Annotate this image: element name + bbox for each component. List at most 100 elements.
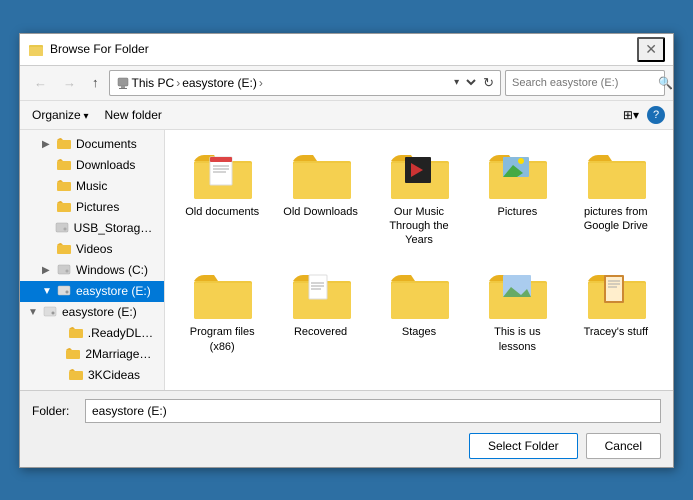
new-folder-button[interactable]: New folder xyxy=(101,106,166,124)
sidebar-item-2marriage[interactable]: 2MarriageConfe... xyxy=(20,344,164,365)
address-dropdown[interactable]: ▾ xyxy=(447,76,479,89)
file-label-old-documents: Old documents xyxy=(185,205,259,219)
file-label-program-files: Program files (x86) xyxy=(182,325,262,354)
refresh-button[interactable]: ↻ xyxy=(483,75,494,91)
breadcrumb-sep1: › xyxy=(176,76,180,90)
sidebar-label-easystore: easystore (E:) xyxy=(76,284,151,298)
drive-icon xyxy=(55,221,69,236)
select-folder-button[interactable]: Select Folder xyxy=(469,433,578,459)
file-item-stages[interactable]: Stages xyxy=(374,262,464,361)
folder-input[interactable] xyxy=(85,399,661,423)
folder-thumbnail xyxy=(487,269,547,321)
folder-thumbnail xyxy=(586,269,646,321)
pc-icon xyxy=(116,76,130,90)
navigation-toolbar: ← → ↑ This PC › easystore (E:) › ▾ ↻ xyxy=(20,66,673,101)
file-item-recovered[interactable]: Recovered xyxy=(275,262,365,361)
folder-icon xyxy=(57,200,71,215)
file-label-old-downloads: Old Downloads xyxy=(283,205,358,219)
main-content: ▶ Documents Downloads Music xyxy=(20,130,673,390)
sidebar-label-readydlna: .ReadyDLNA xyxy=(88,326,156,340)
file-item-old-downloads[interactable]: Old Downloads xyxy=(275,142,365,255)
folder-thumbnail xyxy=(192,149,252,201)
folder-thumbnail xyxy=(389,269,449,321)
sidebar-label-usb: USB_Storage Rea... xyxy=(74,221,156,235)
sidebar-label-easystore-root: easystore (E:) xyxy=(62,305,137,319)
folder-svg xyxy=(487,149,549,201)
back-button[interactable]: ← xyxy=(28,71,53,94)
folder-svg xyxy=(291,269,353,321)
file-area: Old documents Old Downloads xyxy=(165,130,673,390)
folder-thumbnail xyxy=(192,269,252,321)
search-bar: 🔍 xyxy=(505,70,665,96)
sidebar-item-usb[interactable]: USB_Storage Rea... xyxy=(20,218,164,239)
folder-svg xyxy=(586,269,648,321)
bottom-bar: Folder: Select Folder Cancel xyxy=(20,390,673,467)
breadcrumb: This PC › easystore (E:) › xyxy=(116,76,444,90)
folder-label: Folder: xyxy=(32,404,77,418)
forward-button[interactable]: → xyxy=(57,71,82,94)
sidebar-label-documents: Documents xyxy=(76,137,137,151)
organize-button[interactable]: Organize xyxy=(28,106,93,124)
file-label-this-is-us: This is us lessons xyxy=(477,325,557,354)
file-item-our-music[interactable]: Our Music Through the Years xyxy=(374,142,464,255)
sidebar-item-videos[interactable]: Videos xyxy=(20,239,164,260)
folder-row: Folder: xyxy=(32,399,661,423)
folder-thumbnail xyxy=(389,149,449,201)
breadcrumb-pc[interactable]: This PC xyxy=(132,76,175,90)
view-toggle-button[interactable]: ⊞▾ xyxy=(617,105,645,125)
button-row: Select Folder Cancel xyxy=(32,433,661,459)
folder-svg xyxy=(389,149,451,201)
file-item-program-files[interactable]: Program files (x86) xyxy=(177,262,267,361)
file-item-pictures[interactable]: Pictures xyxy=(472,142,562,255)
sidebar-label-downloads: Downloads xyxy=(76,158,135,172)
sidebar-item-windows-c[interactable]: ▶ Windows (C:) xyxy=(20,260,164,281)
file-label-pictures-gdrive: pictures from Google Drive xyxy=(576,205,656,234)
sidebar-label-2marriage: 2MarriageConfe... xyxy=(85,347,156,361)
sidebar-item-easystore-root[interactable]: ▼ easystore (E:) xyxy=(20,302,164,323)
search-icon: 🔍 xyxy=(658,76,673,90)
sidebar-item-documents[interactable]: ▶ Documents xyxy=(20,134,164,155)
sidebar-item-easystore-e[interactable]: ▼ easystore (E:) xyxy=(20,281,164,302)
search-input[interactable] xyxy=(512,77,654,89)
folder-thumbnail xyxy=(291,149,351,201)
drive-icon xyxy=(57,263,71,278)
file-item-pictures-gdrive[interactable]: pictures from Google Drive xyxy=(571,142,661,255)
folder-svg xyxy=(389,269,451,321)
drive-icon xyxy=(57,284,71,299)
file-item-old-documents[interactable]: Old documents xyxy=(177,142,267,255)
file-item-this-is-us[interactable]: This is us lessons xyxy=(472,262,562,361)
folder-icon xyxy=(69,368,83,383)
address-bar: This PC › easystore (E:) › ▾ ↻ xyxy=(109,70,502,96)
sidebar-item-readydlna[interactable]: .ReadyDLNA xyxy=(20,323,164,344)
file-label-pictures: Pictures xyxy=(498,205,538,219)
file-label-recovered: Recovered xyxy=(294,325,347,339)
title-bar: Browse For Folder ✕ xyxy=(20,34,673,66)
folder-svg xyxy=(192,269,254,321)
folder-icon xyxy=(69,326,83,341)
folder-thumbnail xyxy=(487,149,547,201)
drive-icon xyxy=(43,305,57,320)
file-item-traceys-stuff[interactable]: Tracey's stuff xyxy=(571,262,661,361)
help-button[interactable]: ? xyxy=(647,106,665,124)
browse-for-folder-dialog: Browse For Folder ✕ ← → ↑ This PC › easy… xyxy=(19,33,674,468)
folder-icon xyxy=(57,158,71,173)
sidebar-item-pictures[interactable]: Pictures xyxy=(20,197,164,218)
dialog-icon xyxy=(28,41,44,57)
file-label-stages: Stages xyxy=(402,325,436,339)
expand-icon: ▶ xyxy=(42,265,52,276)
expand-icon: ▶ xyxy=(42,139,52,150)
action-bar: Organize New folder ⊞▾ ? xyxy=(20,101,673,130)
sidebar-item-downloads[interactable]: Downloads xyxy=(20,155,164,176)
sidebar-item-music[interactable]: Music xyxy=(20,176,164,197)
sidebar-label-music: Music xyxy=(76,179,107,193)
up-button[interactable]: ↑ xyxy=(86,71,105,94)
breadcrumb-drive[interactable]: easystore (E:) xyxy=(182,76,257,90)
folder-icon xyxy=(57,179,71,194)
folder-svg xyxy=(291,149,353,201)
cancel-button[interactable]: Cancel xyxy=(586,433,661,459)
sidebar-label-pictures: Pictures xyxy=(76,200,119,214)
sidebar-item-3kcideas[interactable]: 3KCideas xyxy=(20,365,164,386)
sidebar-label-3kcideas: 3KCideas xyxy=(88,368,140,382)
close-button[interactable]: ✕ xyxy=(637,37,665,62)
folder-thumbnail xyxy=(291,269,351,321)
